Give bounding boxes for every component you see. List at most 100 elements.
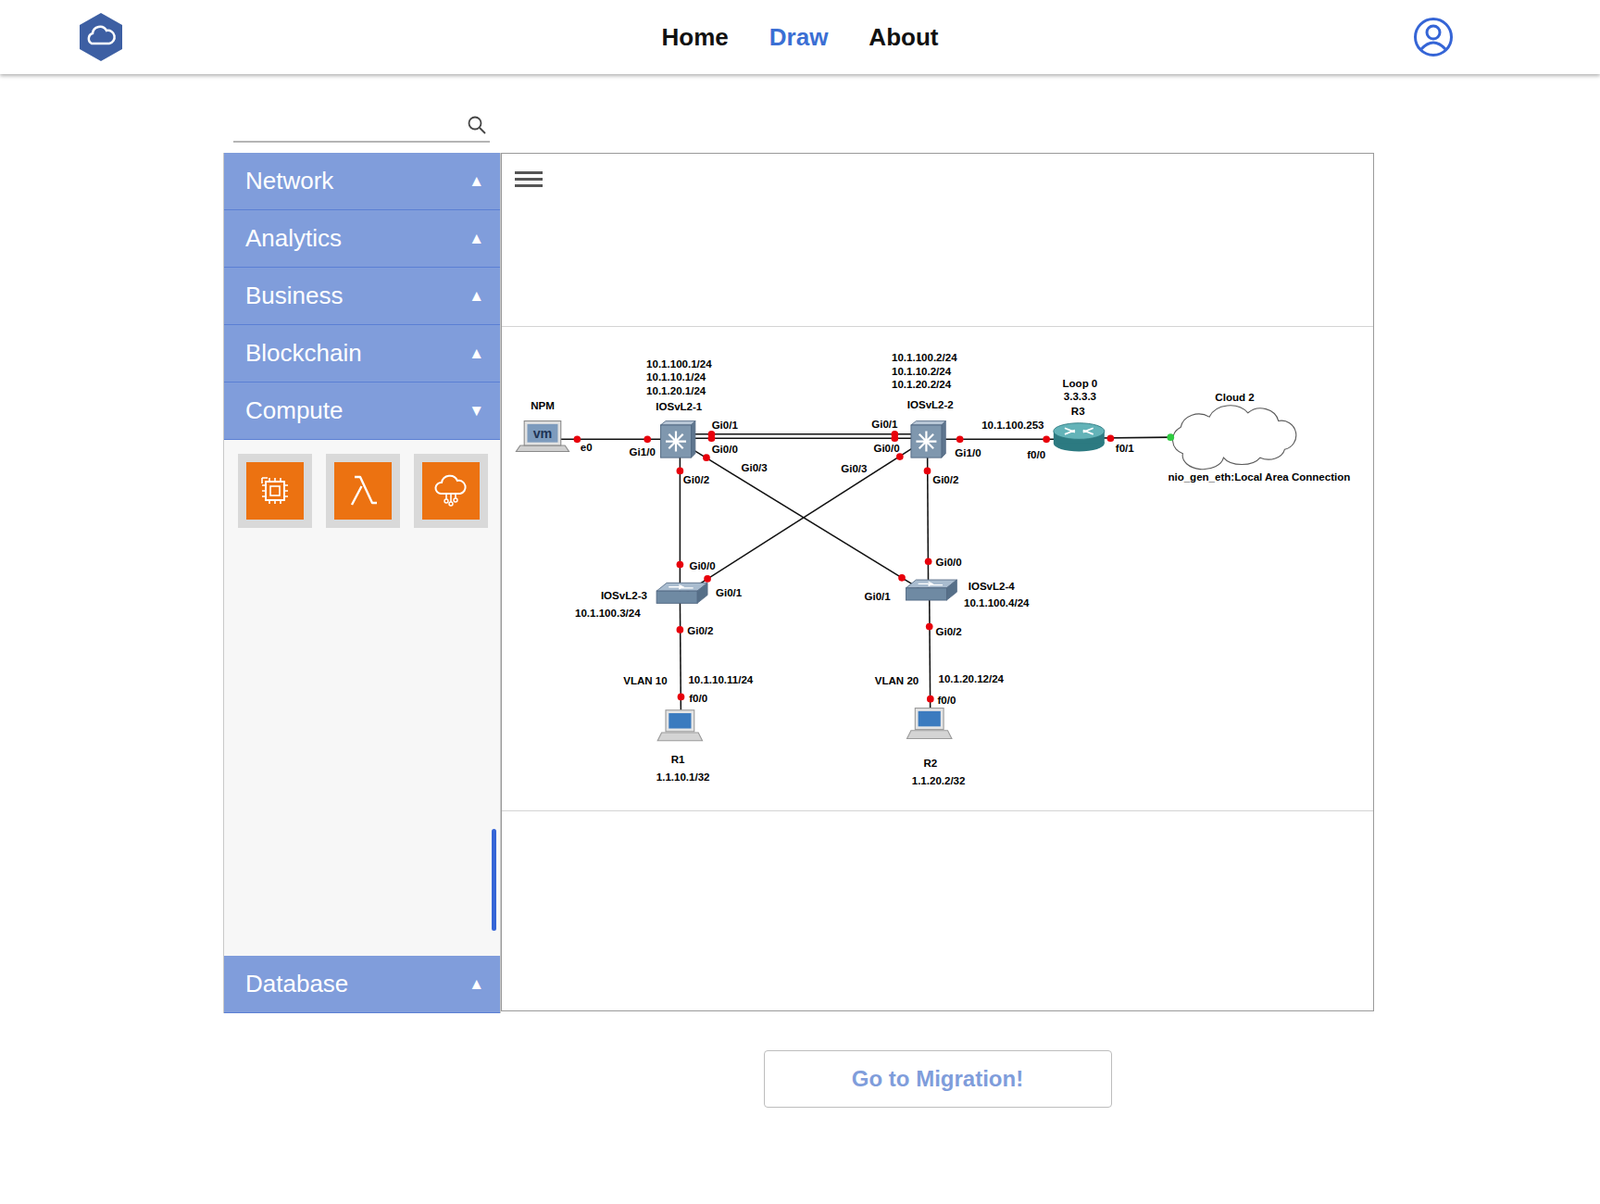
sidebar-section-header[interactable]: Network▲ [224, 152, 500, 211]
port-dot [676, 625, 685, 634]
section-arrow[interactable]: ▲ [468, 226, 485, 251]
node-name: IOSvL2-1 [655, 400, 703, 413]
port-label: f0/0 [1026, 449, 1046, 461]
node-name: IOSvL2-4 [968, 580, 1016, 592]
port-label: Gi0/1 [864, 590, 892, 602]
nav-link[interactable]: Draw [769, 19, 829, 56]
node-name: IOSvL2-3 [600, 589, 648, 601]
account-area [1066, 16, 1600, 58]
nav-link[interactable]: Home [662, 19, 729, 56]
port-label: Gi1/0 [629, 446, 656, 458]
component-tile[interactable] [237, 453, 313, 528]
drawing-canvas[interactable]: vmNPMIOSvL2-110.1.100.1/2410.1.10.1/2410… [500, 152, 1375, 1012]
switch-side [941, 421, 946, 459]
l3switch-icon[interactable] [660, 421, 695, 459]
cloud-icon[interactable] [1173, 405, 1297, 470]
link-note: VLAN 10 [623, 675, 667, 687]
switch-icon[interactable] [905, 579, 957, 600]
hamburger-menu-icon[interactable] [514, 171, 543, 188]
port-label: Gi0/1 [715, 587, 743, 599]
component-tile[interactable] [413, 453, 488, 528]
sidebar-section-header[interactable]: Analytics▲ [224, 210, 500, 268]
top-bar: Home Draw About [0, 0, 1600, 75]
cloud-shape [1173, 405, 1297, 470]
canvas-blank [501, 811, 1374, 1011]
switch-side [690, 421, 695, 459]
switch-front [656, 590, 698, 603]
port-dot [676, 561, 685, 569]
node-detail: 10.1.20.1/24 [646, 385, 707, 397]
port-label: Gi0/1 [712, 419, 739, 431]
menu-bar [514, 171, 543, 175]
nav-link[interactable]: About [868, 19, 938, 56]
switch-top [911, 421, 946, 425]
topology-canvas: vmNPMIOSvL2-110.1.100.1/2410.1.10.1/2410… [501, 326, 1374, 812]
node-detail: 10.1.100.3/24 [575, 607, 641, 619]
node-detail: Loop 0 [1062, 377, 1099, 389]
switch-icon[interactable] [656, 582, 708, 603]
tile-face [422, 462, 480, 520]
node-detail: 1.1.20.2/32 [912, 775, 966, 787]
section-label: Compute [245, 392, 344, 429]
pc-icon[interactable] [907, 708, 952, 739]
pc-icon[interactable] [657, 710, 702, 741]
section-arrow[interactable]: ▲ [468, 284, 485, 309]
port-dot [956, 435, 964, 443]
search-input[interactable] [233, 109, 467, 141]
workspace: Network▲Analytics▲ Business ▲ Blockchain ▲ Co… [223, 74, 1375, 1108]
node-name: Cloud 2 [1214, 391, 1254, 403]
search-icon[interactable] [466, 114, 488, 136]
section-content [224, 439, 500, 956]
action-center: Go to Migration! [500, 1012, 1375, 1108]
laptop-screen [524, 421, 562, 446]
section-arrow[interactable]: ▲ [468, 341, 485, 366]
section-label: Database [245, 965, 349, 1002]
vm-icon[interactable]: vm [515, 421, 569, 452]
vm-label: vm [533, 425, 553, 441]
port-dot [677, 693, 686, 701]
component-tile[interactable] [325, 453, 400, 528]
l3switch-icon[interactable] [911, 421, 946, 459]
port-label: Gi0/2 [932, 474, 959, 486]
link-line [542, 438, 676, 441]
component-sidebar: Network▲Analytics▲ Business ▲ Blockchain ▲ Co… [223, 152, 501, 1013]
link-line [679, 438, 682, 597]
laptop-base [515, 445, 569, 452]
section-label: Business [245, 277, 344, 314]
router-icon[interactable] [1053, 423, 1105, 452]
scrollbar-thumb[interactable] [491, 828, 497, 931]
sidebar-section-header[interactable]: Blockchain ▲ [224, 325, 500, 383]
menu-bar [514, 184, 543, 188]
switch-front [911, 425, 942, 458]
port-label: Gi0/0 [688, 560, 715, 572]
node-detail: 1.1.10.1/32 [656, 771, 711, 783]
cloud-logo-icon[interactable] [78, 12, 124, 63]
section-arrow[interactable]: ▲ [468, 972, 485, 997]
link-note: 10.1.20.12/24 [938, 673, 1005, 685]
port-label: Gi0/2 [687, 625, 713, 637]
node-name: R3 [1071, 405, 1086, 417]
router-arrows [1064, 427, 1094, 435]
canvas-toolbar [501, 153, 1374, 327]
section-arrow[interactable]: ▲ [468, 169, 485, 194]
node-detail: 10.1.10.2/24 [891, 365, 952, 377]
node-detail: 10.1.100.4/24 [963, 597, 1030, 609]
section-label: Blockchain [245, 335, 363, 372]
section-arrow[interactable]: ▼ [468, 399, 485, 424]
laptop-display [526, 424, 558, 443]
sidebar-section-header[interactable]: Compute ▼ [224, 382, 500, 440]
node-name: R2 [923, 757, 938, 769]
sidebar-section-header[interactable]: Database ▲ [224, 955, 500, 1013]
port-label: Gi0/0 [873, 442, 900, 454]
port-label: Gi0/2 [935, 625, 962, 638]
migration-button[interactable]: Go to Migration! [763, 1050, 1113, 1108]
port-dot [896, 452, 904, 461]
sidebar-section-header[interactable]: Business ▲ [224, 267, 500, 325]
user-icon[interactable] [1412, 16, 1454, 58]
switch-front [660, 425, 691, 458]
network-diagram[interactable]: vmNPMIOSvL2-110.1.100.1/2410.1.10.1/2410… [501, 326, 1374, 812]
port-dot [898, 574, 906, 582]
port-dot [1107, 434, 1115, 442]
link-line [929, 593, 931, 725]
link-line [678, 438, 926, 597]
